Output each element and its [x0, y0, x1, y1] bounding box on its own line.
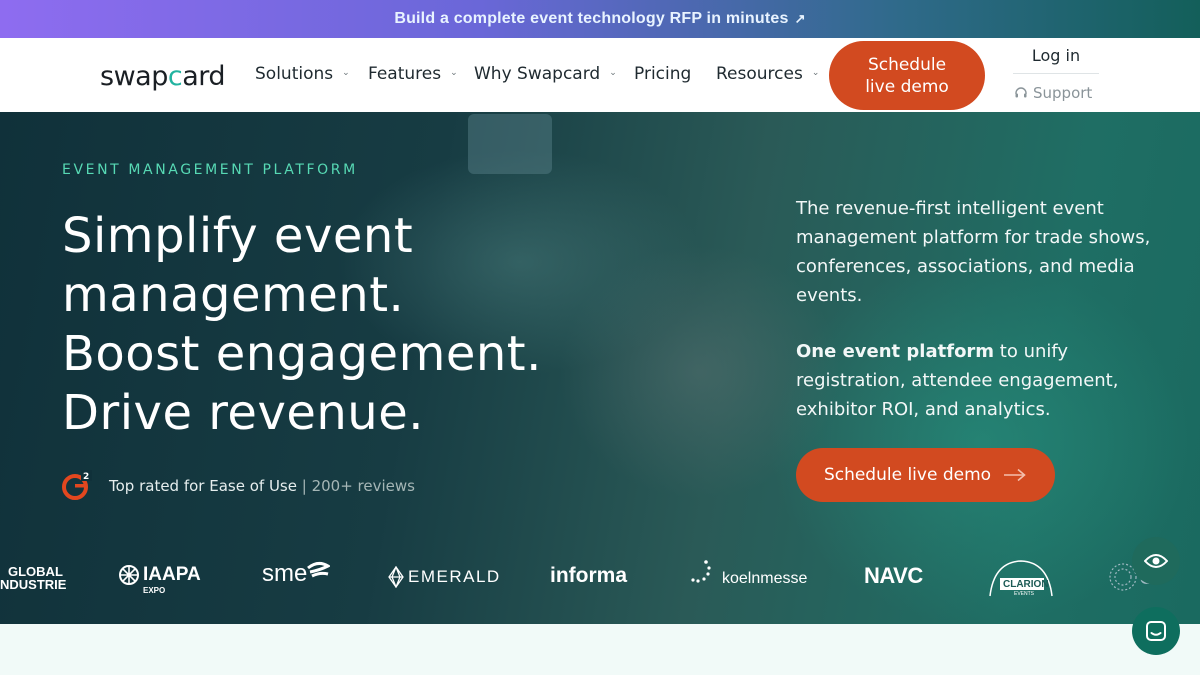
rating-text: Top rated for Ease of Use | 200+ reviews [109, 477, 415, 495]
hero-cta-label: Schedule live demo [823, 465, 992, 485]
client-logos-strip: GLOBAL NDUSTRIE IAAPA EXPO sme EMERALD i [0, 552, 1200, 604]
hero-schedule-demo-button[interactable]: Schedule live demo [796, 448, 1055, 502]
nav-item-label: Resources [716, 64, 803, 84]
headline-line-1: Simplify event [62, 208, 414, 264]
emerald-gem-icon [388, 566, 404, 588]
logo-line: NDUSTRIE [0, 577, 67, 592]
rating-label: Top rated for Ease of Use [109, 477, 297, 495]
logo-accent: c [167, 60, 183, 92]
headline-line-3: Boost engagement. [62, 326, 542, 382]
hero-description-2: One event platform to unify registration… [796, 337, 1156, 424]
sme-logo: sme [262, 560, 330, 588]
cta-line-2: live demo [865, 76, 949, 97]
logo-subtext: EXPO [143, 586, 166, 595]
nav-item-pricing[interactable]: Pricing [634, 64, 691, 84]
nav-item-label: Why Swapcard [474, 64, 601, 84]
hero-description: The revenue-first intelligent event mana… [796, 198, 1151, 306]
headset-icon [1015, 87, 1027, 98]
chevron-down-icon: ⌄ [342, 68, 350, 78]
logo-text: IAAPA [143, 564, 201, 585]
main-nav: swapcard Solutions ⌄ Features ⌄ Why Swap… [0, 38, 1200, 112]
hero-section: EVENT MANAGEMENT PLATFORM Simplify event… [0, 112, 1200, 624]
hero-headline: Simplify event management. Boost engagem… [62, 207, 542, 443]
clarion-events-logo: CLARION EVENTS [988, 558, 1054, 598]
emerald-logo: EMERALD [388, 566, 501, 588]
external-arrow-icon: ↗ [794, 11, 806, 26]
sme-swoosh-icon [307, 561, 330, 578]
nav-item-label: Solutions [255, 64, 334, 84]
chevron-down-icon: ⌄ [811, 68, 820, 78]
logo-text: EMERALD [408, 567, 501, 586]
hero-background-photo [468, 114, 552, 174]
iaapa-expo-logo: IAAPA EXPO [118, 564, 201, 595]
hero-eyebrow: EVENT MANAGEMENT PLATFORM [62, 162, 358, 178]
svg-text:2: 2 [83, 472, 89, 482]
swapcard-logo[interactable]: swapcard [100, 56, 226, 96]
nav-item-resources[interactable]: Resources ⌄ [716, 64, 819, 84]
eye-icon [1144, 554, 1168, 568]
koelnmesse-logo: koelnmesse [690, 560, 808, 588]
logo-prefix: swap [100, 60, 168, 92]
announcement-banner[interactable]: Build a complete event technology RFP in… [0, 0, 1200, 38]
iaapa-emblem-icon [119, 565, 139, 585]
logo-text: CLARION [1003, 579, 1049, 590]
chevron-down-icon: ⌄ [609, 68, 617, 78]
support-link[interactable]: Support [1014, 84, 1092, 102]
rating-reviews: 200+ reviews [311, 477, 415, 495]
navc-logo: NAVC [864, 563, 923, 589]
g2-logo-icon: 2 [62, 470, 92, 500]
support-label: Support [1033, 84, 1093, 102]
koelnmesse-dots-icon [691, 560, 711, 583]
logo-text: NAVC [864, 563, 923, 588]
accessibility-button[interactable] [1132, 537, 1180, 585]
headline-line-2: management. [62, 267, 405, 323]
logo-suffix: ard [182, 60, 226, 92]
informa-logo: informa [550, 564, 628, 587]
arrow-right-icon [1004, 468, 1026, 482]
headline-line-4: Drive revenue. [62, 385, 425, 441]
nav-item-why-swapcard[interactable]: Why Swapcard ⌄ [474, 64, 617, 84]
chat-button[interactable] [1132, 607, 1180, 655]
chevron-down-icon: ⌄ [450, 68, 458, 78]
logo-text: sme [262, 560, 308, 587]
logo-subtext: EVENTS [1014, 591, 1035, 597]
description-bold: One event platform [796, 341, 995, 362]
nav-item-label: Features [368, 64, 442, 84]
schedule-demo-button[interactable]: Schedule live demo [829, 41, 985, 110]
logo-text: koelnmesse [722, 570, 808, 587]
cta-line-1: Schedule [867, 54, 947, 75]
nav-item-solutions[interactable]: Solutions ⌄ [255, 64, 350, 84]
announcement-text[interactable]: Build a complete event technology RFP in… [394, 10, 788, 28]
login-link[interactable]: Log in [1013, 46, 1099, 74]
global-industrie-logo: GLOBAL NDUSTRIE [0, 565, 66, 591]
nav-item-label: Pricing [634, 64, 692, 84]
rating-separator: | [296, 477, 312, 495]
chat-icon [1146, 621, 1166, 641]
nav-item-features[interactable]: Features ⌄ [368, 64, 458, 84]
